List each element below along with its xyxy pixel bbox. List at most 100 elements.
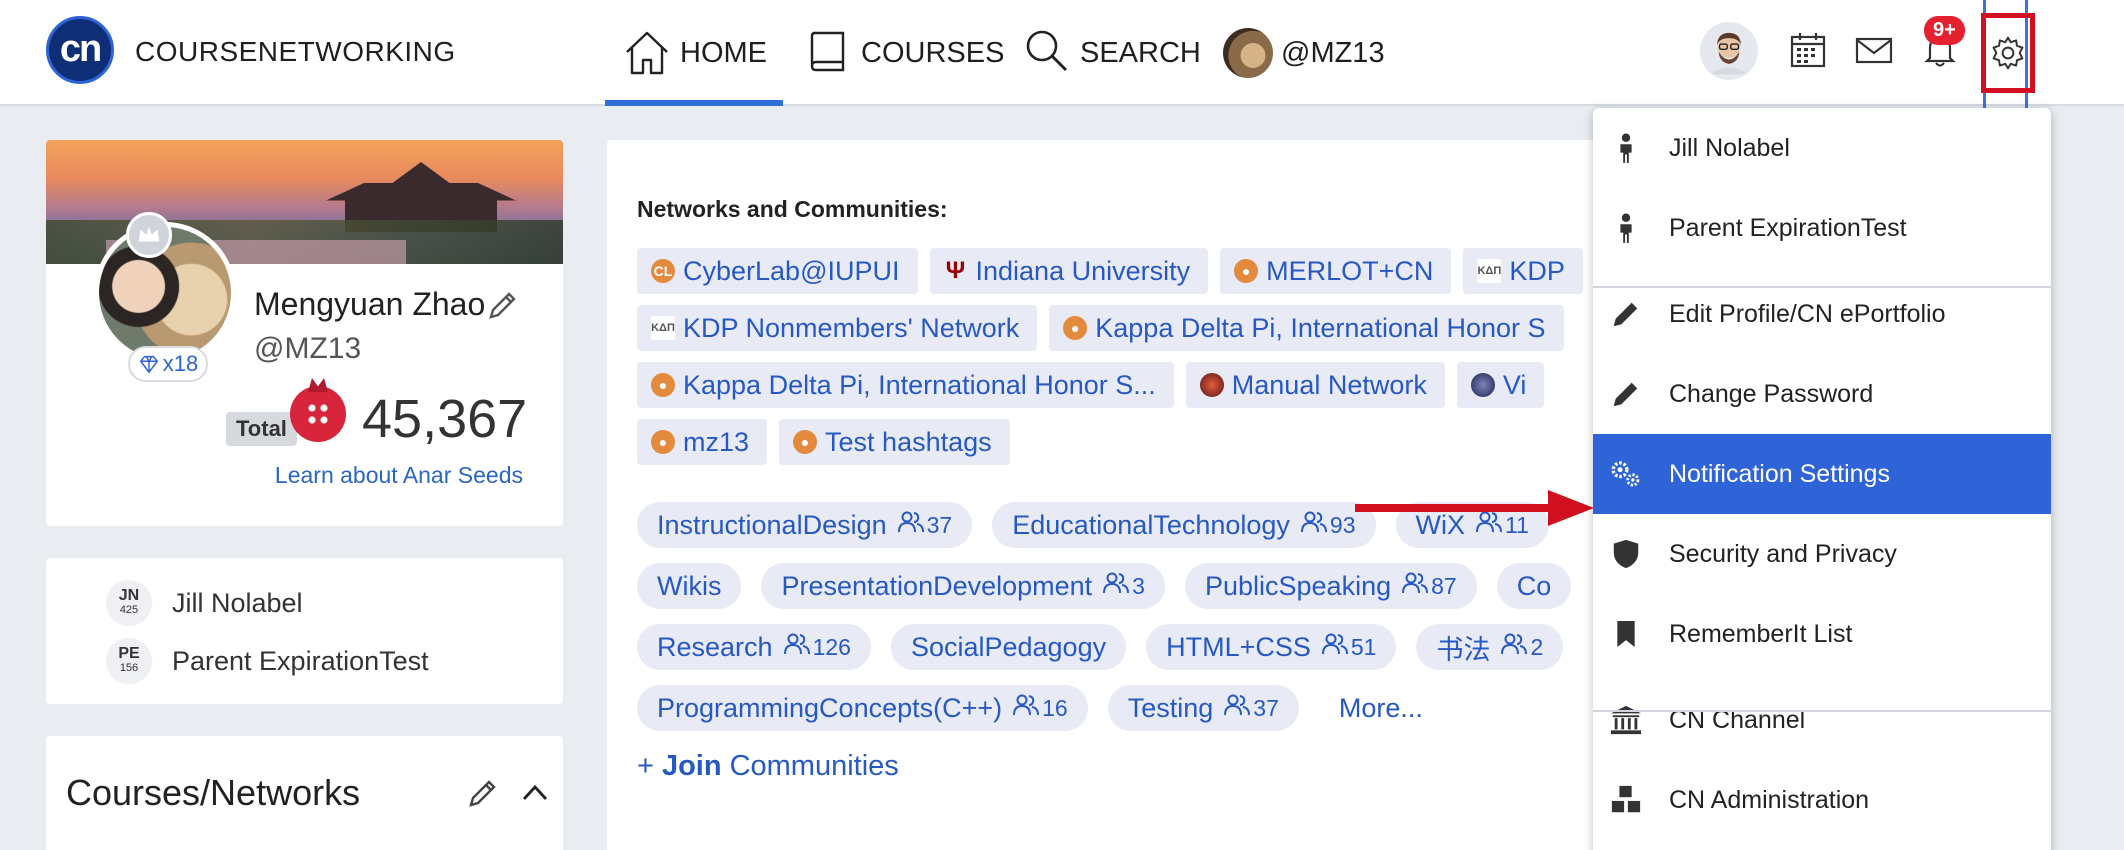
community-tag-label: Research	[657, 631, 773, 662]
active-tab-indicator	[605, 100, 783, 106]
menu-item-security-and-privacy[interactable]: Security and Privacy	[1593, 514, 2051, 594]
network-chip[interactable]: KΔΠ KDP	[1463, 248, 1583, 294]
tag-row: Research 126 SocialPedagogy HTML+CSS 51 书法 2	[637, 624, 1607, 670]
pencil-icon	[1609, 297, 1643, 331]
community-tag[interactable]: InstructionalDesign 37	[637, 502, 973, 548]
network-chip-row: CL CyberLab@IUPUI Ψ Indiana University ● MERL…	[637, 248, 1607, 294]
network-chip[interactable]: Ψ Indiana University	[929, 248, 1209, 294]
group-icon: ●	[793, 430, 818, 454]
linked-accounts-card: JN 425 Jill Nolabel PE 156 Parent Expirati…	[46, 558, 563, 704]
people-icon	[783, 632, 811, 662]
nav-search-label: SEARCH	[1080, 36, 1201, 69]
chevron-up-icon[interactable]	[518, 776, 552, 810]
top-navigation-bar: cn COURSENETWORKING HOME COURSES SEARCH …	[0, 0, 2124, 108]
group-icon: ●	[1063, 316, 1088, 340]
community-tag[interactable]: Co	[1496, 563, 1572, 609]
plus-icon: +	[637, 750, 654, 782]
more-tags-link[interactable]: More...	[1319, 685, 1443, 731]
member-count: 87	[1401, 571, 1457, 601]
community-tag[interactable]: SocialPedagogy	[890, 624, 1127, 670]
menu-item-label: Security and Privacy	[1669, 539, 1897, 568]
community-tag-label: ProgrammingConcepts(C++)	[657, 692, 1003, 723]
calendar-button[interactable]	[1780, 22, 1836, 78]
initials: PE	[118, 645, 140, 662]
brand-name[interactable]: COURSENETWORKING	[135, 36, 456, 68]
community-tag[interactable]: PublicSpeaking 87	[1184, 563, 1477, 609]
community-tag[interactable]: ProgrammingConcepts(C++) 16	[637, 685, 1088, 731]
menu-item-rememberit-list[interactable]: RememberIt List	[1593, 594, 2051, 674]
network-chip-label: KDP Nonmembers' Network	[683, 312, 1020, 343]
anar-seed-icon	[290, 386, 346, 442]
community-tag-label: WiX	[1415, 509, 1466, 540]
network-chip-label: Kappa Delta Pi, International Honor S	[1095, 312, 1546, 343]
network-chip[interactable]: ● Kappa Delta Pi, International Honor S..…	[637, 362, 1174, 408]
cn-logo[interactable]: cn	[46, 16, 114, 84]
anar-seed-score: 45,367	[362, 389, 528, 449]
community-tag[interactable]: Testing 37	[1107, 685, 1299, 731]
community-tag-label: PresentationDevelopment	[781, 570, 1093, 601]
annotation-arrow-head	[1548, 490, 1594, 526]
community-tag-label: HTML+CSS	[1166, 631, 1311, 662]
nav-search[interactable]: SEARCH	[1022, 18, 1201, 88]
gear-icon	[1992, 36, 2024, 70]
crown-icon	[126, 212, 172, 258]
member-count: 37	[1223, 693, 1279, 723]
nav-user-label: @MZ13	[1281, 36, 1385, 69]
learn-anar-seeds-link[interactable]: Learn about Anar Seeds	[275, 462, 523, 489]
community-tag[interactable]: Research 126	[637, 624, 871, 670]
network-chip[interactable]: KΔΠ KDP Nonmembers' Network	[637, 305, 1038, 351]
diamond-badge[interactable]: x18	[128, 346, 208, 382]
menu-item-parent-expirationtest[interactable]: Parent ExpirationTest	[1593, 188, 2051, 268]
network-chip[interactable]: ● mz13	[637, 419, 768, 465]
menu-item-jill-nolabel[interactable]: Jill Nolabel	[1593, 108, 2051, 188]
community-tag[interactable]: Wikis	[637, 563, 742, 609]
bank-icon	[1609, 703, 1643, 737]
menu-item-cn-administration[interactable]: CN Administration	[1593, 760, 2051, 840]
community-tag[interactable]: EducationalTechnology 93	[992, 502, 1376, 548]
menu-item-change-password[interactable]: Change Password	[1593, 354, 2051, 434]
settings-dropdown-menu: Jill Nolabel Parent ExpirationTest Edit Pr…	[1593, 108, 2051, 850]
nav-home[interactable]: HOME	[622, 18, 767, 88]
network-chip-label: Test hashtags	[825, 426, 992, 457]
community-tag[interactable]: HTML+CSS 51	[1146, 624, 1397, 670]
network-chip[interactable]: ● Test hashtags	[779, 419, 1010, 465]
network-chip[interactable]: Vi	[1456, 362, 1545, 408]
pencil-icon[interactable]	[466, 776, 500, 810]
settings-button[interactable]	[1981, 13, 2035, 93]
network-chip[interactable]: ● MERLOT+CN	[1220, 248, 1452, 294]
community-tag[interactable]: 书法 2	[1416, 624, 1564, 670]
nav-user-profile[interactable]: @MZ13	[1223, 18, 1385, 88]
menu-item-notification-settings[interactable]: Notification Settings	[1593, 434, 2051, 514]
notification-count-badge: 9+	[1924, 16, 1965, 45]
network-chip-label: CyberLab@IUPUI	[683, 255, 900, 286]
messages-button[interactable]	[1846, 22, 1902, 78]
network-chip-row: ● Kappa Delta Pi, International Honor S..…	[637, 362, 1607, 408]
edit-profile-button[interactable]	[486, 288, 520, 322]
member-count: 37	[897, 510, 952, 540]
avatar-icon	[1710, 32, 1748, 75]
nav-courses[interactable]: COURSES	[803, 18, 1004, 88]
account-initials-badge: PE 156	[106, 638, 152, 684]
search-icon	[1026, 30, 1068, 72]
member-count: 126	[783, 632, 851, 662]
user-avatar	[1223, 28, 1273, 78]
network-chip[interactable]: ● Kappa Delta Pi, International Honor S	[1049, 305, 1564, 351]
community-tag-label: 书法	[1436, 634, 1491, 665]
network-chip-label: Vi	[1502, 369, 1527, 400]
linked-account-name: Jill Nolabel	[172, 587, 303, 618]
network-chip[interactable]: Manual Network	[1185, 362, 1445, 408]
linked-account-item[interactable]: JN 425 Jill Nolabel	[106, 580, 303, 626]
profile-name: Mengyuan Zhao	[254, 286, 486, 322]
community-tag[interactable]: PresentationDevelopment 3	[761, 563, 1165, 609]
member-count-value: 16	[1042, 694, 1068, 721]
join-communities-link[interactable]: + Join Communities	[637, 750, 899, 783]
iu-icon: Ψ	[945, 257, 966, 284]
linked-account-item[interactable]: PE 156 Parent ExpirationTest	[106, 638, 429, 684]
network-chip[interactable]: CL CyberLab@IUPUI	[637, 248, 918, 294]
member-count-value: 11	[1505, 511, 1529, 538]
menu-item-cn-channel[interactable]: CN Channel	[1593, 680, 2051, 760]
courses-actions	[466, 776, 552, 810]
total-label: Total	[226, 412, 297, 446]
account-avatar-button[interactable]	[1700, 22, 1758, 80]
network-chip-label: Indiana University	[975, 255, 1191, 286]
